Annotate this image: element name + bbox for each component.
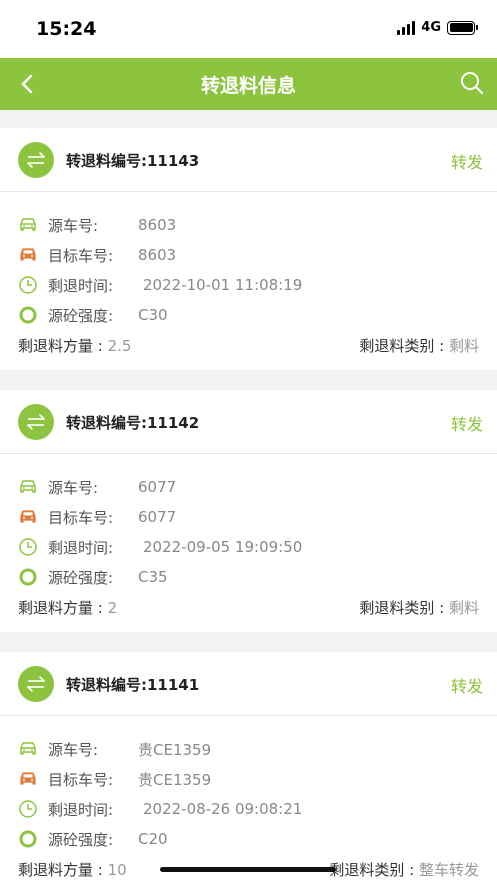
return-time-label: 剩退时间: (48, 800, 114, 819)
source-strength-label: 源砼强度: (48, 568, 114, 587)
transfer-icon (18, 142, 54, 178)
card-header: 转退料编号:11141 转发 (0, 652, 497, 716)
source-strength-value: C20 (138, 830, 168, 848)
card-footer: 剩退料方量 : 2 剩退料类别 : 剩料 (18, 592, 479, 622)
card-body: 源车号: 6077 目标车号: 6077 剩退时间: 2022-09-05 19… (0, 454, 497, 622)
quantity-label: 剩退料方量 : (18, 598, 108, 617)
target-vehicle-row: 目标车号: 8603 (18, 240, 479, 270)
page-title: 转退料信息 (200, 75, 296, 97)
target-vehicle-value: 6077 (138, 508, 177, 526)
card-title: 转退料编号:11141 (66, 676, 200, 694)
quantity-value: 2.5 (107, 336, 132, 355)
forward-button[interactable]: 转发 (451, 411, 483, 435)
source-strength-label: 源砼强度: (48, 306, 114, 325)
source-vehicle-label: 源车号: (48, 740, 99, 759)
source-strength-row: 源砼强度: C30 (18, 300, 479, 330)
category-label: 剩退料类别 : (359, 598, 449, 617)
source-vehicle-row: 源车号: 贵CE1359 (18, 734, 479, 764)
target-vehicle-label: 目标车号: (48, 508, 114, 527)
source-vehicle-value: 8603 (138, 216, 177, 234)
card-footer: 剩退料方量 : 2.5 剩退料类别 : 剩料 (18, 330, 479, 360)
return-time-row: 剩退时间: 2022-08-26 09:08:21 (18, 794, 479, 824)
network-label: 4G (421, 20, 441, 35)
nav-bar: 转退料信息 (0, 58, 497, 110)
category-field: 剩退料类别 : 整车转发 (329, 859, 479, 880)
quantity-value: 2 (107, 598, 118, 617)
record-card: 转退料编号:11142 转发 源车号: 6077 目标车号: 6077 剩退时间… (0, 390, 497, 632)
car-filled-icon (18, 769, 38, 789)
ring-icon (18, 305, 38, 325)
source-vehicle-label: 源车号: (48, 478, 99, 497)
source-vehicle-value: 6077 (138, 478, 177, 496)
transfer-icon (18, 666, 54, 702)
category-label: 剩退料类别 : (329, 860, 419, 879)
clock-icon (18, 537, 38, 557)
source-strength-value: C30 (138, 306, 168, 324)
card-header: 转退料编号:11142 转发 (0, 390, 497, 454)
source-vehicle-row: 源车号: 6077 (18, 472, 479, 502)
category-label: 剩退料类别 : (359, 336, 449, 355)
source-vehicle-label: 源车号: (48, 216, 99, 235)
forward-button[interactable]: 转发 (451, 673, 483, 697)
status-time: 15:24 (36, 18, 97, 40)
search-icon[interactable] (459, 70, 485, 96)
card-body: 源车号: 贵CE1359 目标车号: 贵CE1359 剩退时间: 2022-08… (0, 716, 497, 883)
ring-icon (18, 829, 38, 849)
car-outline-icon (18, 477, 38, 497)
target-vehicle-label: 目标车号: (48, 770, 114, 789)
card-title: 转退料编号:11142 (66, 414, 200, 432)
quantity-label: 剩退料方量 : (18, 860, 108, 879)
return-time-label: 剩退时间: (48, 538, 114, 557)
return-time-label: 剩退时间: (48, 276, 114, 295)
card-title: 转退料编号:11143 (66, 152, 200, 170)
status-indicators: 4G (397, 20, 478, 35)
target-vehicle-value: 8603 (138, 246, 177, 264)
return-time-row: 剩退时间: 2022-09-05 19:09:50 (18, 532, 479, 562)
source-strength-row: 源砼强度: C20 (18, 824, 479, 854)
target-vehicle-label: 目标车号: (48, 246, 114, 265)
return-time-value: 2022-09-05 19:09:50 (143, 538, 303, 556)
car-outline-icon (18, 215, 38, 235)
category-field: 剩退料类别 : 剩料 (359, 597, 479, 618)
source-vehicle-value: 贵CE1359 (138, 740, 212, 759)
target-vehicle-value: 贵CE1359 (138, 770, 212, 789)
quantity-field: 剩退料方量 : 2 (18, 597, 117, 618)
return-time-row: 剩退时间: 2022-10-01 11:08:19 (18, 270, 479, 300)
clock-icon (18, 275, 38, 295)
card-header: 转退料编号:11143 转发 (0, 128, 497, 192)
record-card: 转退料编号:11143 转发 源车号: 8603 目标车号: 8603 剩退时间… (0, 128, 497, 370)
quantity-value: 10 (107, 860, 127, 879)
source-strength-row: 源砼强度: C35 (18, 562, 479, 592)
ring-icon (18, 567, 38, 587)
record-card: 转退料编号:11141 转发 源车号: 贵CE1359 目标车号: 贵CE135… (0, 652, 497, 883)
category-value: 整车转发 (418, 860, 479, 879)
home-indicator[interactable] (160, 867, 336, 872)
car-filled-icon (18, 507, 38, 527)
transfer-icon (18, 404, 54, 440)
category-value: 剩料 (448, 598, 479, 617)
source-strength-label: 源砼强度: (48, 830, 114, 849)
return-time-value: 2022-08-26 09:08:21 (143, 800, 303, 818)
category-field: 剩退料类别 : 剩料 (359, 335, 479, 356)
return-time-value: 2022-10-01 11:08:19 (143, 276, 303, 294)
car-filled-icon (18, 245, 38, 265)
card-body: 源车号: 8603 目标车号: 8603 剩退时间: 2022-10-01 11… (0, 192, 497, 360)
signal-icon (397, 20, 416, 35)
clock-icon (18, 799, 38, 819)
target-vehicle-row: 目标车号: 贵CE1359 (18, 764, 479, 794)
quantity-field: 剩退料方量 : 10 (18, 859, 127, 880)
source-vehicle-row: 源车号: 8603 (18, 210, 479, 240)
car-outline-icon (18, 739, 38, 759)
quantity-label: 剩退料方量 : (18, 336, 108, 355)
category-value: 剩料 (448, 336, 479, 355)
target-vehicle-row: 目标车号: 6077 (18, 502, 479, 532)
source-strength-value: C35 (138, 568, 168, 586)
forward-button[interactable]: 转发 (451, 149, 483, 173)
status-bar: 15:24 4G (0, 0, 497, 58)
battery-icon (447, 20, 478, 35)
quantity-field: 剩退料方量 : 2.5 (18, 335, 131, 356)
